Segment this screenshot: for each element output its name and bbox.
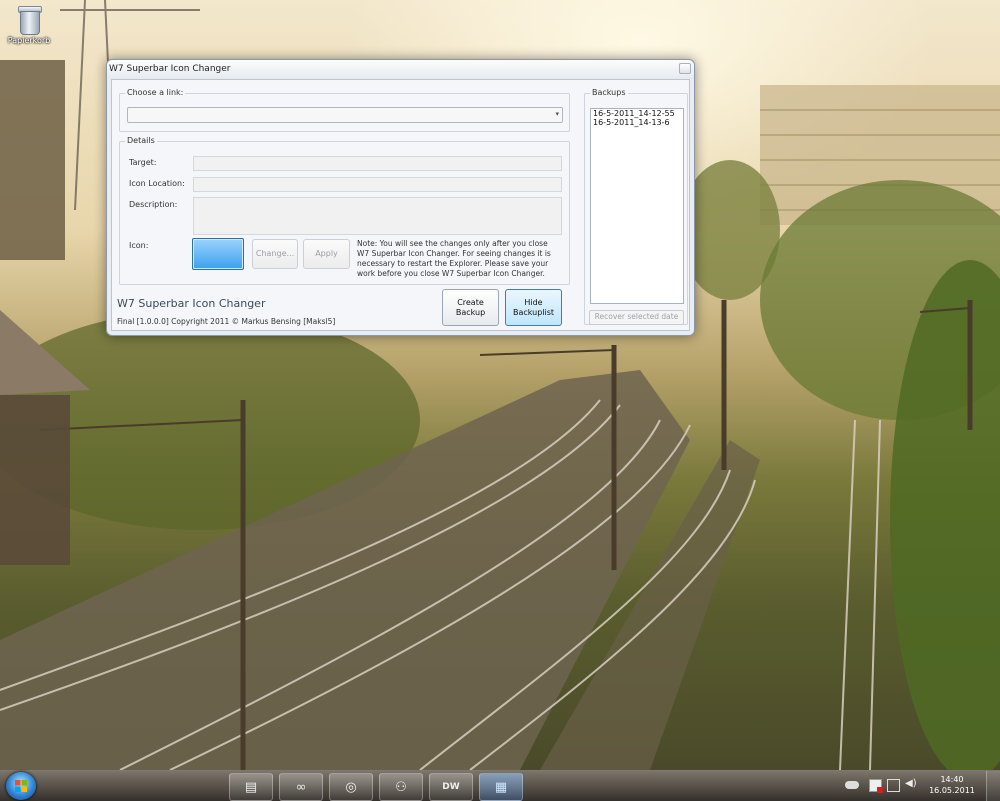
chrome-icon: ◎ <box>345 779 357 795</box>
superbar-changer-icon: ▦ <box>494 779 508 795</box>
backups-group: Backups 16-5-2011_14-12-55 16-5-2011_14-… <box>584 88 688 325</box>
volume-icon[interactable]: ◀) <box>905 778 917 789</box>
icon-label: Icon: <box>129 241 149 250</box>
note-line: necessary to restart the Explorer. Pleas… <box>357 259 549 268</box>
change-icon-button[interactable]: Change... <box>252 239 298 269</box>
link-select[interactable]: ▾ <box>127 107 563 123</box>
taskbar: ▤ ∞ ◎ ⚇ DW ▦ ◀) 14:40 16.05.2011 <box>0 770 1000 801</box>
icon-location-label: Icon Location: <box>129 179 185 188</box>
copyright-footer: Final [1.0.0.0] Copyright 2011 © Markus … <box>117 317 336 326</box>
target-label: Target: <box>129 158 157 167</box>
backup-list[interactable]: 16-5-2011_14-12-55 16-5-2011_14-13-6 <box>590 108 684 304</box>
icon-location-field[interactable] <box>193 177 562 192</box>
explorer-icon: ▤ <box>244 779 258 795</box>
restart-note: Note: You will see the changes only afte… <box>357 239 557 279</box>
list-item[interactable]: 16-5-2011_14-13-6 <box>591 118 683 127</box>
choose-link-legend: Choose a link: <box>125 88 186 97</box>
taskbar-infinity[interactable]: ∞ <box>279 773 323 801</box>
recover-selected-button[interactable]: Recover selected date <box>589 310 684 325</box>
hide-backuplist-label-2: Backuplist <box>512 307 555 317</box>
users-icon: ⚇ <box>395 779 407 795</box>
create-backup-button[interactable]: Create Backup <box>442 289 499 326</box>
toggle-icon[interactable] <box>845 781 859 789</box>
app-name-heading: W7 Superbar Icon Changer <box>117 297 266 310</box>
monitor-icon[interactable] <box>887 779 900 792</box>
note-line: W7 Superbar Icon Changer. For seeing cha… <box>357 249 551 258</box>
window-client-area: Choose a link: ▾ Details Target: Icon Lo… <box>111 79 690 331</box>
create-backup-label-1: Create <box>457 297 484 307</box>
dreamweaver-icon: DW <box>442 782 460 792</box>
recycle-bin-shortcut[interactable]: Papierkorb <box>4 4 54 45</box>
main-window: W7 Superbar Icon Changer Choose a link: … <box>106 59 695 336</box>
chevron-down-icon[interactable]: ▾ <box>555 110 559 118</box>
description-field[interactable] <box>193 197 562 235</box>
hide-backuplist-button[interactable]: Hide Backuplist <box>505 289 562 326</box>
details-legend: Details <box>125 136 157 145</box>
recycle-bin-icon <box>16 4 42 35</box>
choose-link-group: Choose a link: ▾ <box>119 88 570 132</box>
windows-orb-icon <box>15 780 27 792</box>
backups-legend: Backups <box>590 88 628 97</box>
target-field[interactable] <box>193 156 562 171</box>
start-button[interactable] <box>6 772 36 800</box>
clock-date: 16.05.2011 <box>929 786 975 795</box>
window-title: W7 Superbar Icon Changer <box>109 64 231 74</box>
clock-time: 14:40 <box>940 775 964 784</box>
window-titlebar[interactable]: W7 Superbar Icon Changer <box>107 60 694 79</box>
taskbar-explorer[interactable]: ▤ <box>229 773 273 801</box>
recycle-bin-label: Papierkorb <box>7 36 51 45</box>
create-backup-label-2: Backup <box>455 307 486 317</box>
list-item[interactable]: 16-5-2011_14-12-55 <box>591 109 683 118</box>
description-label: Description: <box>129 200 178 209</box>
taskbar-clock[interactable]: 14:40 16.05.2011 <box>928 774 976 796</box>
infinity-icon: ∞ <box>295 779 307 795</box>
taskbar-users[interactable]: ⚇ <box>379 773 423 801</box>
network-error-icon[interactable] <box>869 779 883 793</box>
apply-button[interactable]: Apply <box>303 239 350 269</box>
window-close-button[interactable] <box>679 63 691 74</box>
taskbar-superbar-changer[interactable]: ▦ <box>479 773 523 801</box>
show-desktop-button[interactable] <box>986 771 1000 801</box>
note-line: Note: You will see the changes only afte… <box>357 239 548 248</box>
note-line: work before you close W7 Superbar Icon C… <box>357 269 545 278</box>
hide-backuplist-label-1: Hide <box>524 297 543 307</box>
icon-preview[interactable] <box>192 238 244 270</box>
taskbar-dreamweaver[interactable]: DW <box>429 773 473 801</box>
taskbar-chrome[interactable]: ◎ <box>329 773 373 801</box>
